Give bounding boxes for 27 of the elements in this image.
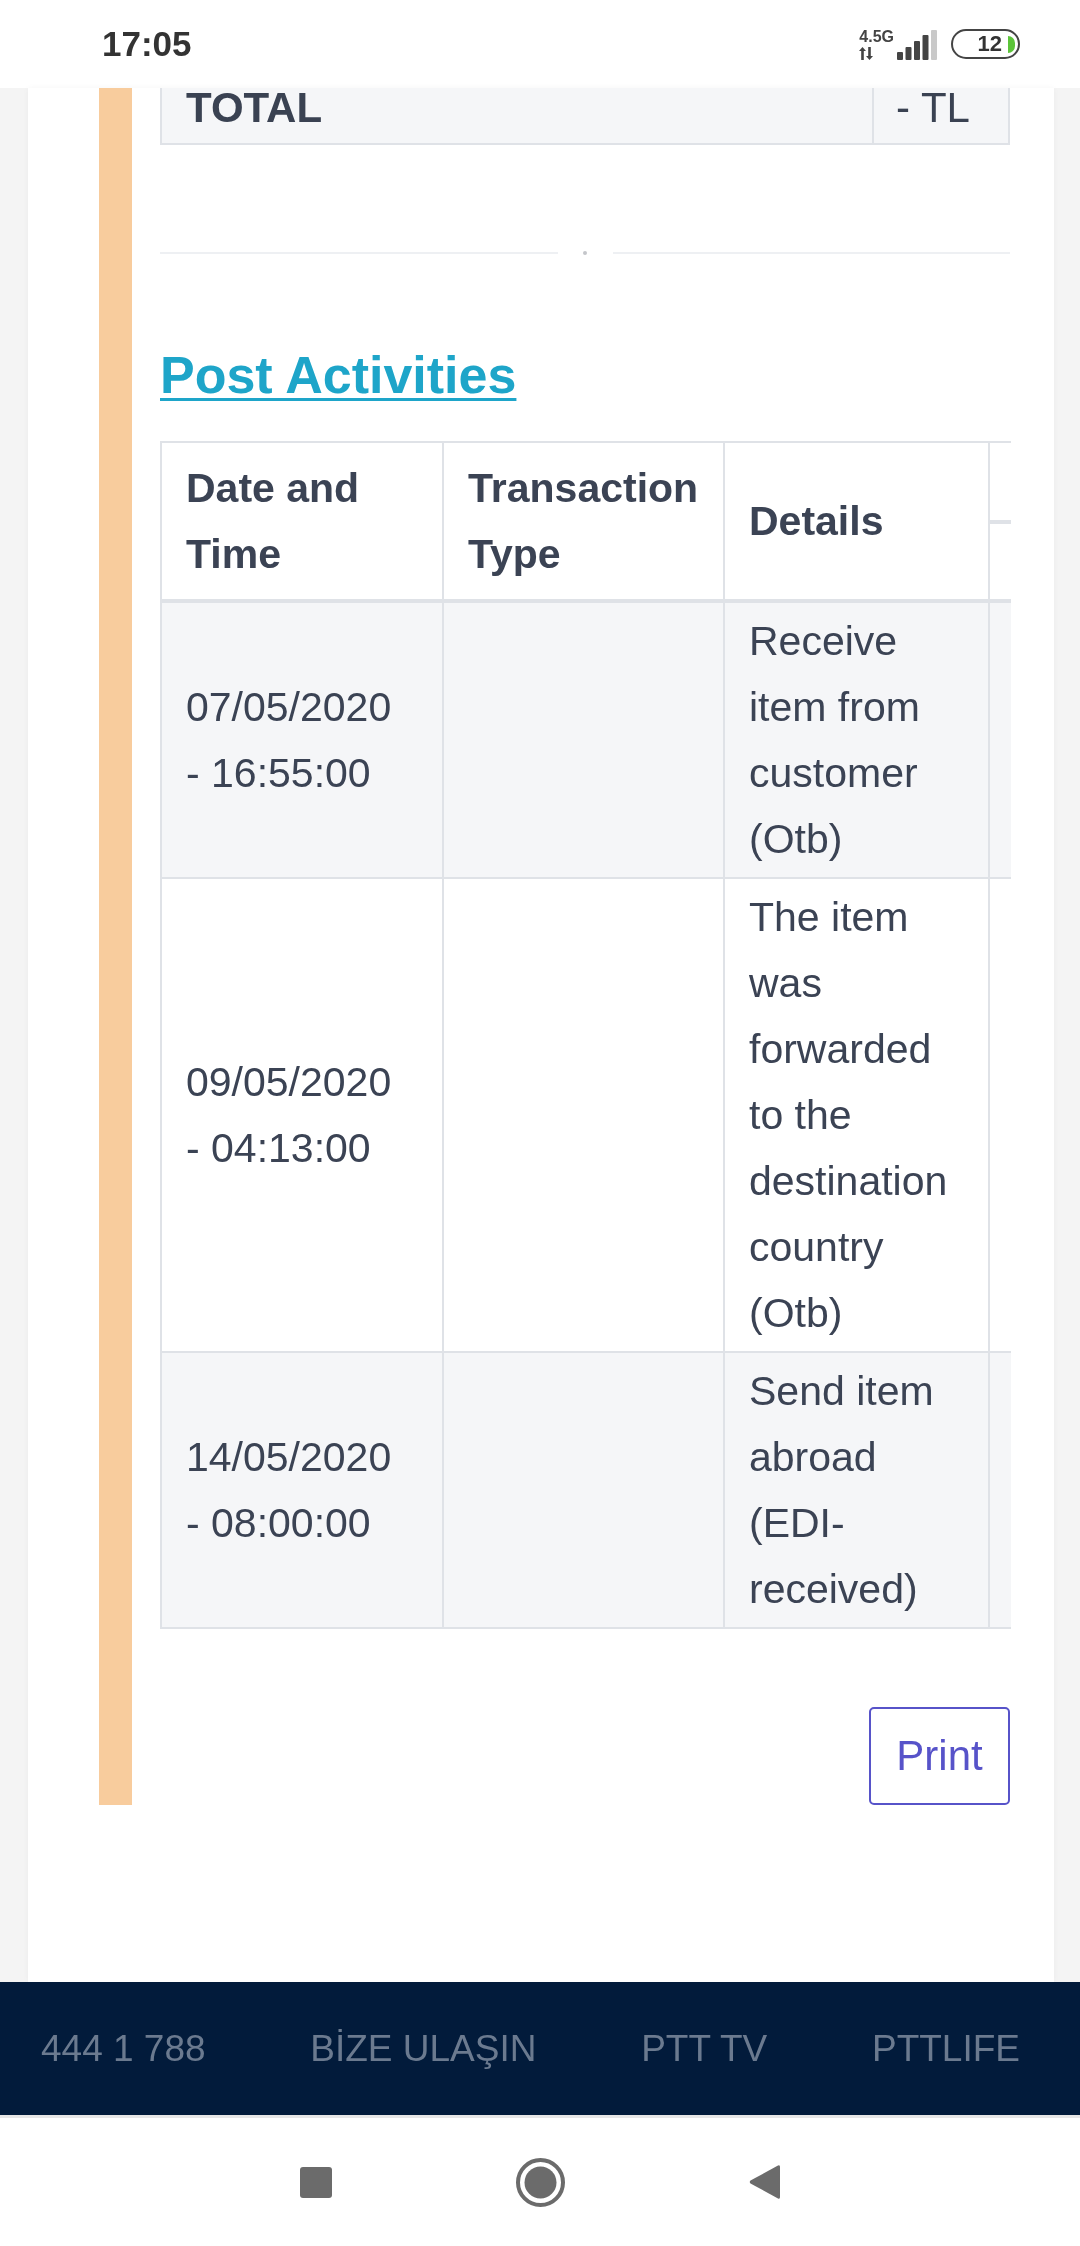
footer-link[interactable]: BİZE ULAŞIN (310, 2027, 537, 2070)
dot-icon (583, 251, 587, 255)
footer-link[interactable]: PTTLIFE (871, 2027, 1020, 2070)
triangle-icon[interactable] (749, 2164, 780, 2200)
table-cell: 09/05/2020 - 04:13:00 (161, 878, 443, 1352)
clock-time: 17:05 (102, 24, 192, 64)
table-cell: Receive item from customer (Otb) (724, 601, 989, 878)
table-cell: TOTAL (162, 88, 874, 143)
signal-icon (897, 29, 937, 60)
square-icon[interactable] (300, 2166, 332, 2198)
section-title-link[interactable]: Post Activities (160, 344, 517, 406)
data-arrows-icon (859, 46, 874, 60)
column-header: Details (724, 442, 989, 601)
network-type-label: 4.5G (859, 28, 894, 45)
table-cell: The item was forwarded to the destination country (Otb) (724, 878, 989, 1352)
footer-link[interactable]: PTT TV (641, 2027, 768, 2070)
table-cell: 07/05/2020 - 16:55:00 (161, 601, 443, 878)
column-header: Date and Time (161, 442, 443, 601)
table-cell: Send item abroad (EDI-received) (724, 1352, 989, 1628)
battery-level-text: 12 (977, 33, 1002, 55)
print-button[interactable]: Print (869, 1707, 1010, 1805)
circle-icon[interactable] (516, 2157, 565, 2207)
column-header: Transaction Type (443, 442, 724, 601)
battery-charge-icon (1008, 35, 1015, 53)
table-cell-text: - TL (895, 88, 971, 133)
table-cell: 14/05/2020 - 08:00:00 (161, 1352, 443, 1628)
footer-link[interactable]: 444 1 788 (41, 2027, 206, 2070)
